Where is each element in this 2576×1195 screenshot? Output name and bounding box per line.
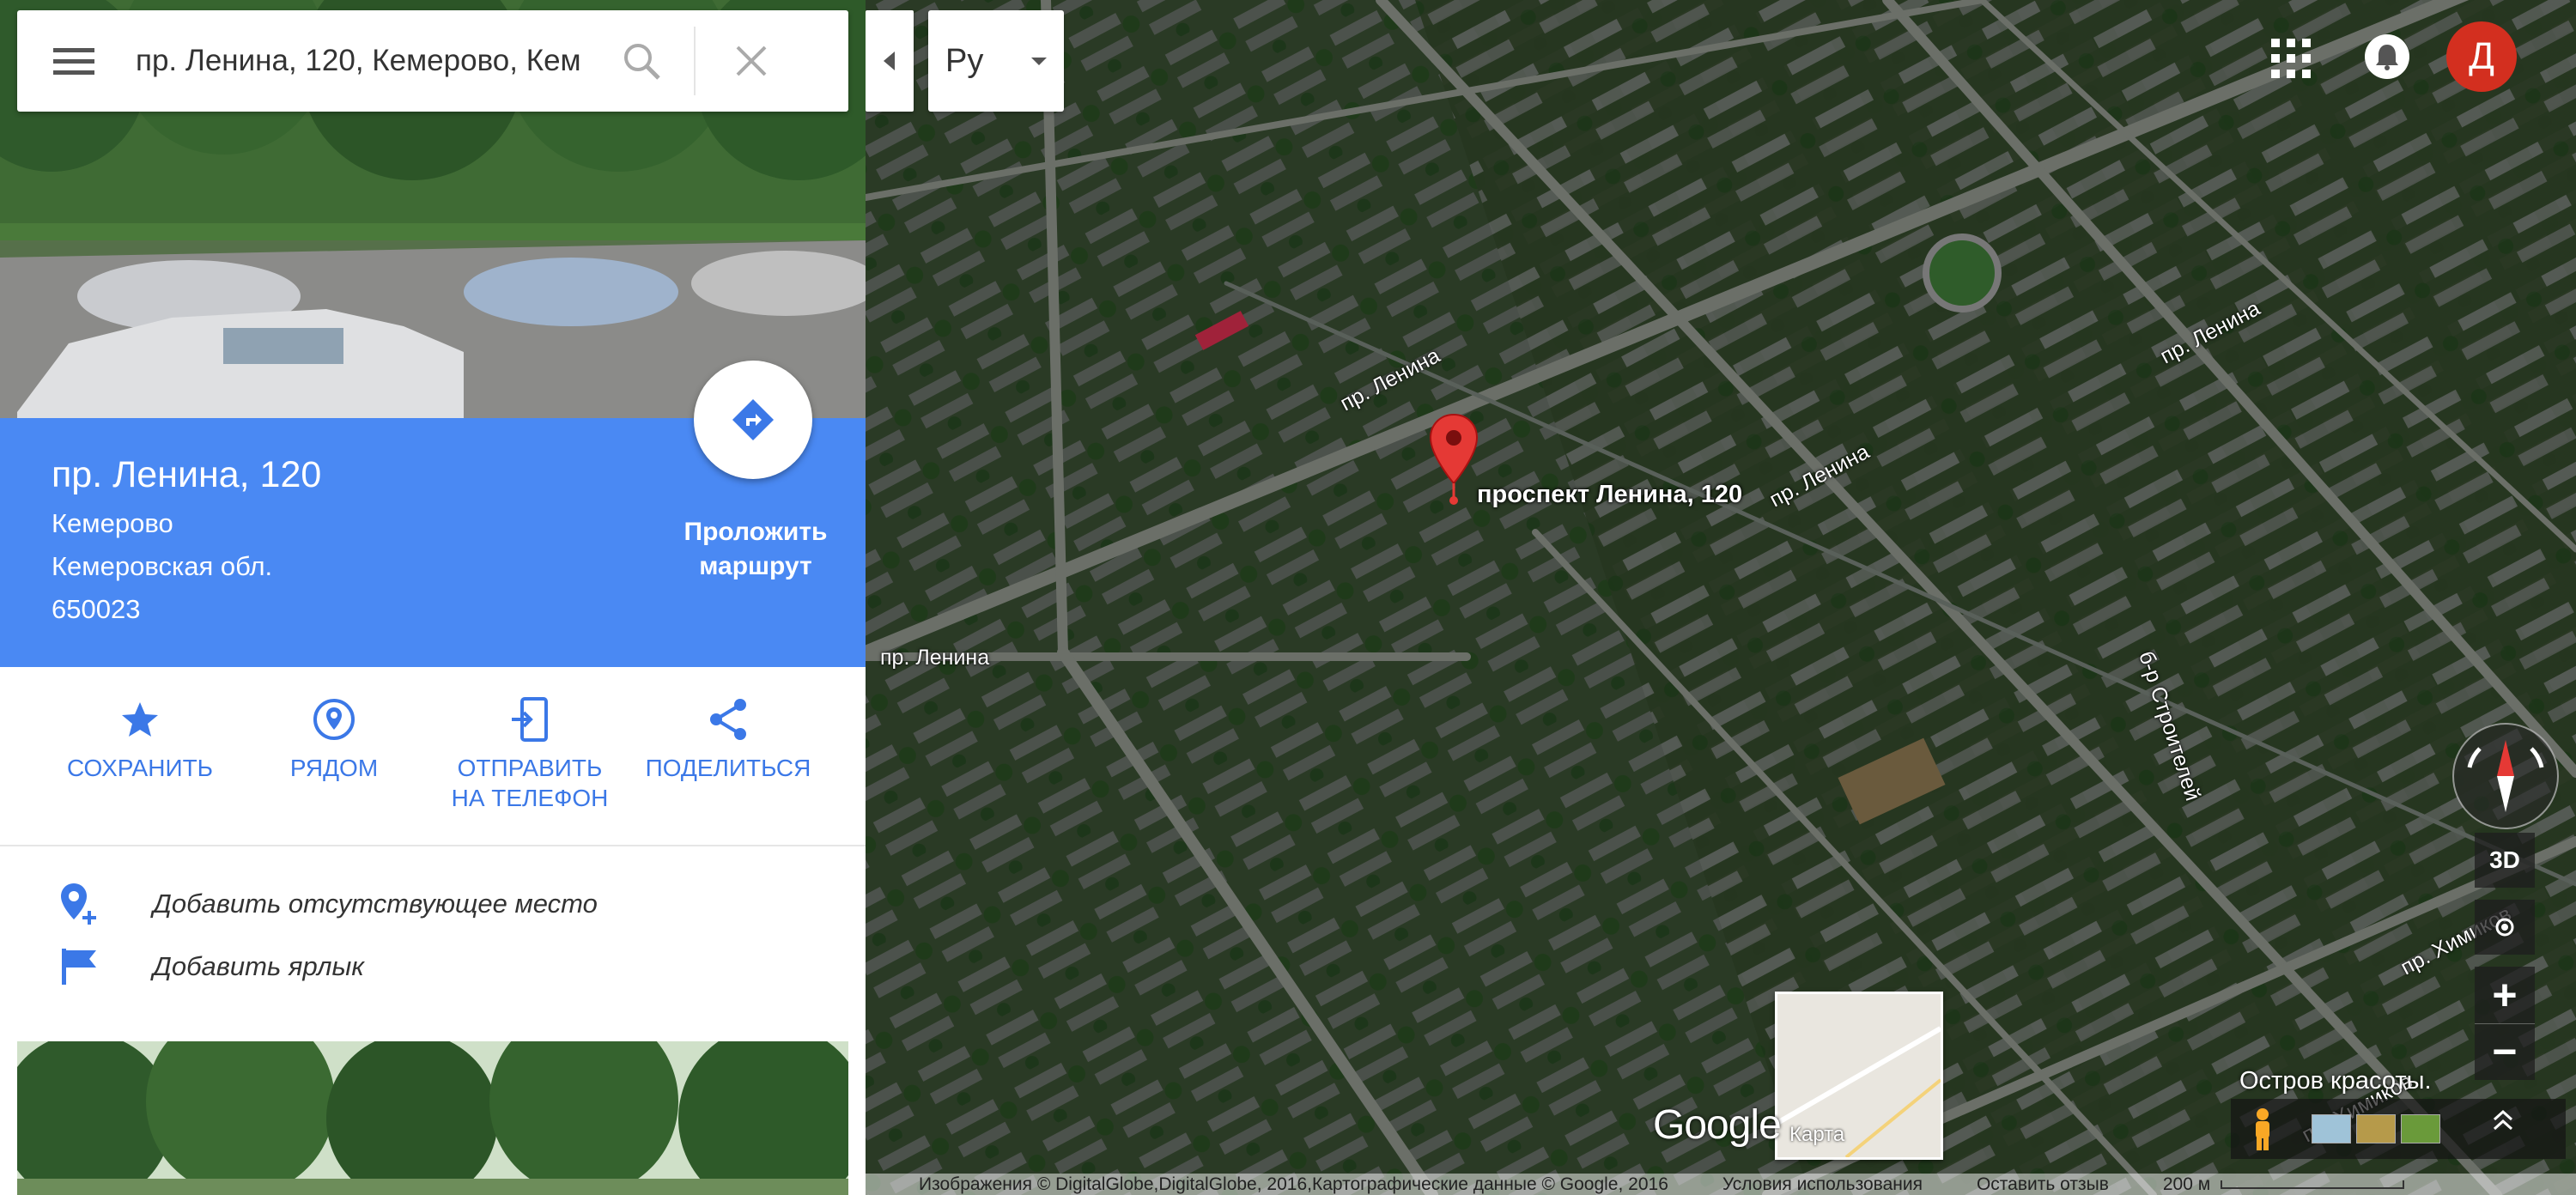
- place-photo[interactable]: [17, 1041, 848, 1195]
- feedback-link[interactable]: Оставить отзыв: [1977, 1174, 2109, 1195]
- my-location-button[interactable]: [2475, 900, 2535, 955]
- place-title: пр. Ленина, 120: [52, 454, 322, 495]
- send-to-phone-label: НА ТЕЛЕФОН: [451, 785, 609, 811]
- place-panel: пр. Ленина, 120 Кемерово Кемеровская обл…: [0, 0, 866, 1195]
- close-icon[interactable]: [735, 45, 768, 77]
- minimap-toggle[interactable]: Карта: [1775, 992, 1943, 1160]
- directions-label-line: Проложить: [683, 518, 828, 546]
- 3d-toggle-button[interactable]: 3D: [2475, 833, 2535, 888]
- compass-control[interactable]: [2452, 723, 2559, 829]
- satellite-map[interactable]: пр. Ленина пр. Ленина пр. Ленина пр. Лен…: [866, 0, 2576, 1195]
- save-button[interactable]: СОХРАНИТЬ: [41, 695, 239, 783]
- my-location-icon: [2495, 918, 2514, 937]
- account-avatar[interactable]: Д: [2446, 21, 2517, 92]
- pin-label[interactable]: проспект Ленина, 120: [1477, 481, 1742, 509]
- imagery-thumb[interactable]: [2312, 1114, 2351, 1143]
- action-bar: СОХРАНИТЬ РЯДОМ ОТПРАВИТЬ НА ТЕЛЕФОН ПОД…: [0, 667, 866, 846]
- place-photo-image: [17, 1041, 848, 1195]
- google-logo: Google: [1653, 1102, 1782, 1148]
- nearby-icon: [313, 699, 355, 740]
- nearby-label: РЯДОМ: [289, 755, 379, 781]
- scale-text: 200 м: [2162, 1174, 2211, 1194]
- language-value: Ру: [945, 42, 984, 79]
- directions-icon: [732, 398, 775, 441]
- poi-label[interactable]: Остров красоты.: [2239, 1067, 2432, 1095]
- scale-label: 200 м: [2162, 1174, 2405, 1195]
- nearby-button[interactable]: РЯДОМ: [235, 695, 433, 783]
- attribution-text: Изображения © DigitalGlobe,DigitalGlobe,…: [919, 1174, 1668, 1194]
- flag-icon: [62, 949, 96, 985]
- satellite-imagery: [866, 0, 2576, 1195]
- road-label: пр. Ленина: [880, 646, 990, 670]
- add-place-icon: [61, 883, 96, 925]
- share-label: ПОДЕЛИТЬСЯ: [645, 755, 811, 781]
- imagery-thumb[interactable]: [2401, 1114, 2440, 1143]
- send-to-phone-icon: [512, 697, 548, 742]
- place-city: Кемерово: [52, 508, 173, 538]
- search-input[interactable]: [134, 43, 603, 79]
- collapse-panel-button[interactable]: [866, 10, 914, 112]
- search-icon[interactable]: [622, 41, 661, 81]
- directions-label[interactable]: Проложить маршрут: [661, 515, 850, 584]
- add-missing-place-row[interactable]: Добавить отсутствующее место: [0, 873, 866, 935]
- star-icon: [122, 702, 158, 737]
- share-icon: [710, 699, 746, 740]
- language-select[interactable]: Ру: [928, 10, 1064, 112]
- place-region: Кемеровская обл.: [52, 551, 273, 581]
- menu-icon[interactable]: [53, 47, 94, 75]
- dropdown-arrow-icon: [1031, 57, 1047, 65]
- search-box: [17, 10, 848, 112]
- add-label-row[interactable]: Добавить ярлык: [0, 936, 866, 998]
- directions-label-line: маршрут: [699, 552, 812, 580]
- add-label-label: Добавить ярлык: [153, 951, 364, 981]
- terms-link[interactable]: Условия использования: [1722, 1174, 1923, 1195]
- zoom-out-button[interactable]: −: [2475, 1022, 2535, 1081]
- apps-grid-icon[interactable]: [2271, 39, 2311, 78]
- compass-icon: [2467, 740, 2544, 812]
- zoom-in-button[interactable]: +: [2475, 967, 2535, 1023]
- zoom-control: + −: [2475, 967, 2535, 1080]
- add-place-label: Добавить отсутствующее место: [153, 889, 598, 919]
- notifications-icon[interactable]: [2365, 34, 2409, 79]
- share-button[interactable]: ПОДЕЛИТЬСЯ: [629, 695, 827, 783]
- place-postal: 650023: [52, 594, 141, 624]
- minimap-label: Карта: [1789, 1123, 1845, 1146]
- search-divider: [694, 27, 696, 95]
- map-footer: Изображения © DigitalGlobe,DigitalGlobe,…: [866, 1174, 2576, 1195]
- chevron-left-icon: [884, 52, 895, 70]
- send-to-phone-button[interactable]: ОТПРАВИТЬ НА ТЕЛЕФОН: [431, 695, 629, 813]
- location-pin-icon[interactable]: [1429, 413, 1479, 506]
- chevron-up-icon[interactable]: [2490, 1107, 2516, 1133]
- scale-bar: [2221, 1180, 2405, 1189]
- directions-button[interactable]: [694, 361, 812, 479]
- imagery-thumb[interactable]: [2356, 1114, 2396, 1143]
- save-label: СОХРАНИТЬ: [66, 755, 214, 781]
- send-to-phone-label: ОТПРАВИТЬ: [457, 755, 603, 781]
- pegman-icon[interactable]: [2250, 1107, 2275, 1152]
